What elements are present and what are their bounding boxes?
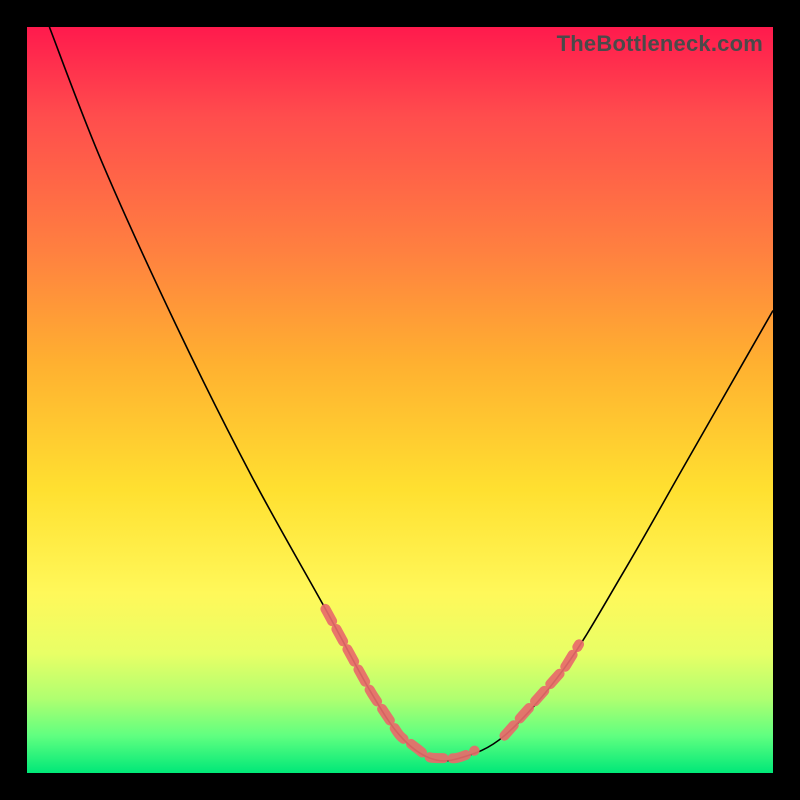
chart-svg [27, 27, 773, 773]
plot-area: TheBottleneck.com [27, 27, 773, 773]
bottleneck-curve [49, 27, 773, 761]
highlight-segment-right [504, 644, 579, 735]
highlight-segment-left [325, 609, 474, 758]
